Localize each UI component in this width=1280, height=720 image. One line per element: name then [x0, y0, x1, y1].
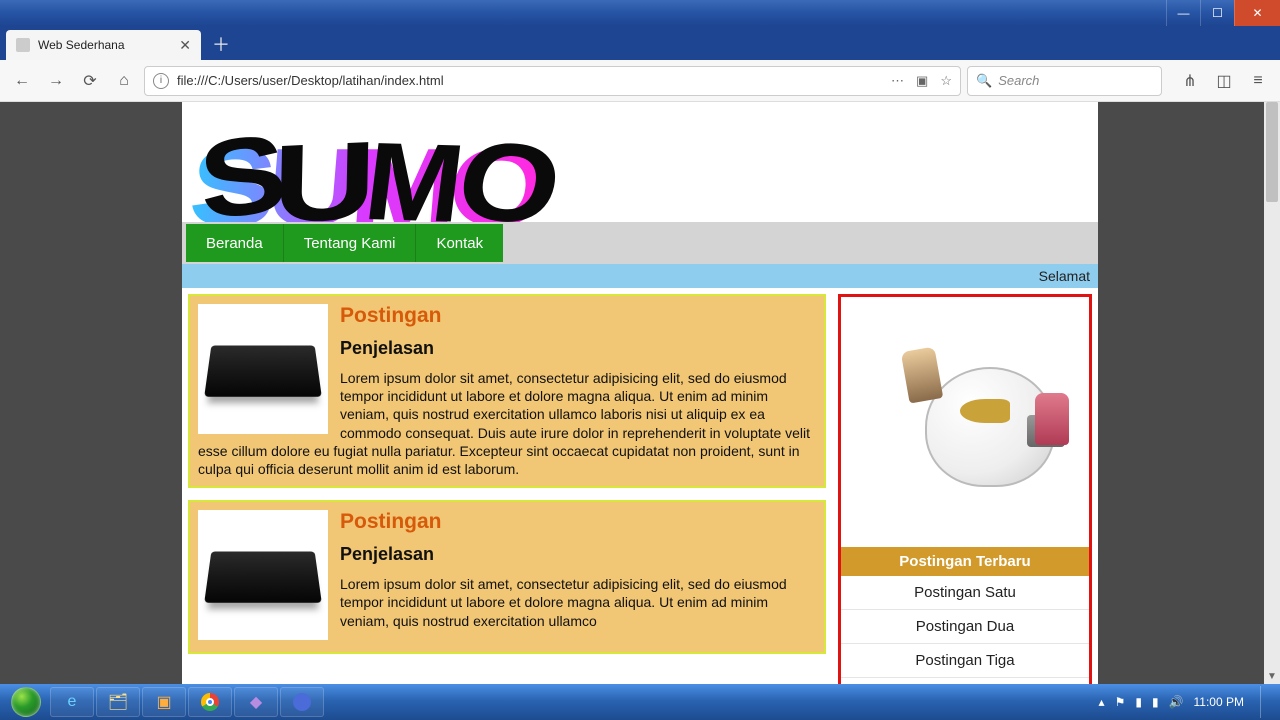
- banner-logo-text: SUMO: [195, 118, 556, 222]
- sidebar-item[interactable]: Postingan Tiga: [841, 644, 1089, 678]
- more-actions-icon[interactable]: ⋯: [891, 73, 904, 89]
- taskbar-app-chrome[interactable]: [188, 687, 232, 717]
- windows-taskbar: e 🗂 ▣ ◆ ▴ ⚑ ▮ ▮ 🔊 11:00 PM: [0, 684, 1280, 720]
- search-box[interactable]: 🔍 Search: [967, 66, 1162, 96]
- tab-title: Web Sederhana: [38, 38, 125, 52]
- bookmark-star-icon[interactable]: ☆: [940, 73, 952, 89]
- browser-tabstrip: Web Sederhana ✕ ＋: [0, 26, 1280, 60]
- library-icon[interactable]: ⋔: [1176, 67, 1204, 95]
- forward-button[interactable]: →: [42, 67, 70, 95]
- home-button[interactable]: ⌂: [110, 67, 138, 95]
- sidebar-icon[interactable]: ◫: [1210, 67, 1238, 95]
- reload-button[interactable]: ⟳: [76, 67, 104, 95]
- nav-beranda[interactable]: Beranda: [186, 224, 283, 262]
- search-placeholder: Search: [998, 73, 1039, 88]
- marquee-text: Selamat: [1039, 268, 1090, 284]
- tab-favicon: [16, 38, 30, 52]
- post-thumbnail: [198, 304, 328, 434]
- tray-volume-icon[interactable]: 🔊: [1169, 695, 1184, 709]
- sidebar-item[interactable]: Postingan Satu: [841, 576, 1089, 610]
- show-desktop-button[interactable]: [1260, 686, 1270, 718]
- browser-tab[interactable]: Web Sederhana ✕: [6, 30, 201, 60]
- site-info-icon[interactable]: i: [153, 73, 169, 89]
- post-thumbnail: [198, 510, 328, 640]
- nav-tentang-kami[interactable]: Tentang Kami: [283, 224, 416, 262]
- browser-toolbar: ← → ⟳ ⌂ i file:///C:/Users/user/Desktop/…: [0, 60, 1280, 102]
- taskbar-app-media-player[interactable]: ▣: [142, 687, 186, 717]
- taskbar-app-sublime[interactable]: ◆: [234, 687, 278, 717]
- marquee-bar: Selamat: [182, 264, 1098, 288]
- start-button[interactable]: [4, 686, 48, 718]
- reader-mode-icon[interactable]: ▣: [916, 73, 928, 89]
- post-card: Postingan Penjelasan Lorem ipsum dolor s…: [188, 294, 826, 488]
- menu-icon[interactable]: ≡: [1244, 67, 1272, 95]
- main-nav: Beranda Tentang Kami Kontak: [182, 222, 1098, 264]
- content-viewport: SUMO SUMO Beranda Tentang Kami Kontak Se…: [0, 102, 1280, 684]
- sidebar-list: Postingan Satu Postingan Dua Postingan T…: [841, 576, 1089, 684]
- new-tab-button[interactable]: ＋: [206, 30, 236, 58]
- search-icon: 🔍: [976, 73, 992, 89]
- back-button[interactable]: ←: [8, 67, 36, 95]
- sidebar: Postingan Terbaru Postingan Satu Posting…: [838, 294, 1092, 684]
- post-card: Postingan Penjelasan Lorem ipsum dolor s…: [188, 500, 826, 654]
- tray-network-icon[interactable]: ▮: [1152, 695, 1159, 709]
- scroll-down-arrow[interactable]: ▼: [1264, 668, 1280, 684]
- sidebar-item[interactable]: Postingan Empat: [841, 678, 1089, 684]
- tray-battery-icon[interactable]: ▮: [1135, 695, 1142, 709]
- address-bar[interactable]: i file:///C:/Users/user/Desktop/latihan/…: [144, 66, 961, 96]
- window-minimize-button[interactable]: —: [1166, 0, 1200, 26]
- tray-flag-icon[interactable]: ⚑: [1115, 695, 1126, 709]
- nav-kontak[interactable]: Kontak: [415, 224, 503, 262]
- posts-column: Postingan Penjelasan Lorem ipsum dolor s…: [188, 294, 826, 684]
- tab-close-button[interactable]: ✕: [179, 37, 191, 54]
- site-banner: SUMO SUMO: [182, 102, 1098, 222]
- sidebar-image: [841, 297, 1089, 547]
- page-body: SUMO SUMO Beranda Tentang Kami Kontak Se…: [182, 102, 1098, 684]
- vertical-scrollbar[interactable]: ▲ ▼: [1264, 102, 1280, 684]
- sidebar-item[interactable]: Postingan Dua: [841, 610, 1089, 644]
- sidebar-heading: Postingan Terbaru: [841, 547, 1089, 576]
- window-maximize-button[interactable]: ☐: [1200, 0, 1234, 26]
- system-tray: ▴ ⚑ ▮ ▮ 🔊 11:00 PM: [1099, 686, 1276, 718]
- window-titlebar: — ☐ ✕: [0, 0, 1280, 26]
- taskbar-app-firefox[interactable]: [280, 687, 324, 717]
- tray-show-hidden-icon[interactable]: ▴: [1099, 695, 1105, 709]
- taskbar-app-explorer[interactable]: 🗂: [96, 687, 140, 717]
- taskbar-app-ie[interactable]: e: [50, 687, 94, 717]
- tray-clock[interactable]: 11:00 PM: [1194, 695, 1244, 709]
- scroll-thumb[interactable]: [1266, 102, 1278, 202]
- url-text: file:///C:/Users/user/Desktop/latihan/in…: [177, 73, 444, 88]
- window-close-button[interactable]: ✕: [1234, 0, 1280, 26]
